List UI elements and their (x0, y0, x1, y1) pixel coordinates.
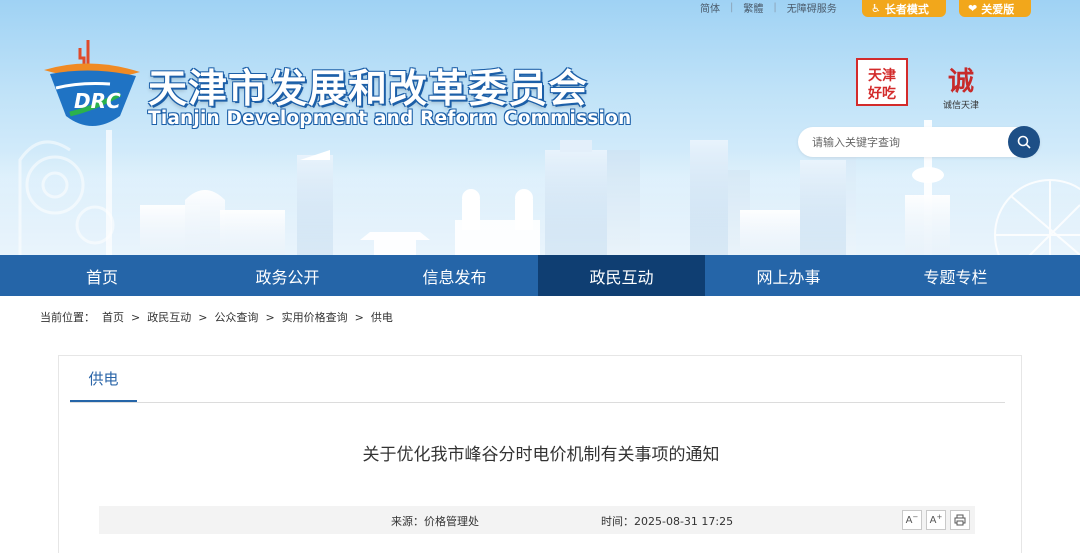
tianjin-food-emblem[interactable]: 天津 好吃 (856, 58, 908, 106)
svg-text:诚: 诚 (948, 67, 974, 97)
font-decrease-button[interactable]: A − (902, 510, 922, 530)
svg-text:天津: 天津 (868, 67, 896, 84)
breadcrumb-separator: > (265, 310, 275, 324)
print-button[interactable] (950, 510, 970, 530)
nav-information-release[interactable]: 信息发布 (371, 255, 538, 296)
breadcrumb-separator: > (198, 310, 208, 324)
font-increase-label: A (929, 514, 937, 526)
separator: | (730, 1, 734, 13)
link-simplified[interactable]: 简体 (700, 0, 720, 15)
article-time: 时间：2025-08-31 17:25 (601, 515, 734, 528)
breadcrumb-public-query[interactable]: 公众查询 (214, 309, 258, 325)
header-banner: 简体 | 繁體 | 无障碍服务 ♿ 长者模式 ❤ 关爱版 DRC 天津市发展和改… (0, 0, 1080, 255)
breadcrumb-public-interaction[interactable]: 政民互动 (147, 309, 191, 325)
search-input[interactable] (798, 128, 998, 156)
heart-hand-icon: ❤ (968, 2, 978, 15)
nav-government-affairs[interactable]: 政务公开 (204, 255, 371, 296)
tianjin-integrity-emblem[interactable]: 诚 诚信天津 (938, 58, 984, 112)
search-button[interactable] (1008, 126, 1040, 158)
separator: | (773, 1, 777, 13)
font-increase-button[interactable]: A + (926, 510, 946, 530)
print-icon (954, 514, 966, 526)
content-card: 供电 关于优化我市峰谷分时电价机制有关事项的通知 来源：价格管理处 时间：202… (58, 355, 1022, 553)
breadcrumb-separator: > (131, 310, 141, 324)
breadcrumb-power-supply[interactable]: 供电 (371, 309, 393, 325)
svg-text:好吃: 好吃 (867, 85, 896, 102)
search-icon (1017, 135, 1031, 149)
article-meta-bar: 来源：价格管理处 时间：2025-08-31 17:25 A − A + (99, 506, 975, 534)
top-link-bar: 简体 | 繁體 | 无障碍服务 (700, 0, 837, 15)
breadcrumb-separator: > (354, 310, 364, 324)
article-title: 关于优化我市峰谷分时电价机制有关事项的通知 (362, 445, 720, 465)
svg-text:诚信天津: 诚信天津 (943, 99, 979, 111)
drc-logo[interactable]: DRC (40, 38, 144, 134)
site-subtitle: Tianjin Development and Reform Commissio… (148, 108, 632, 129)
breadcrumb-label: 当前位置： (40, 311, 95, 324)
nav-public-interaction[interactable]: 政民互动 (538, 255, 705, 296)
search-box (798, 126, 1040, 158)
care-version-button[interactable]: ❤ 关爱版 (959, 0, 1031, 17)
breadcrumb-price-query[interactable]: 实用价格查询 (282, 309, 348, 325)
nav-online-services[interactable]: 网上办事 (705, 255, 872, 296)
link-traditional[interactable]: 繁體 (743, 0, 763, 15)
plus-icon: + (936, 513, 943, 521)
breadcrumb-home[interactable]: 首页 (102, 309, 124, 325)
font-decrease-label: A (905, 514, 913, 526)
site-title: 天津市发展和改革委员会 (148, 67, 589, 112)
care-version-label: 关爱版 (981, 2, 1015, 16)
link-accessibility[interactable]: 无障碍服务 (787, 0, 837, 15)
elder-mode-label: 长者模式 (884, 2, 929, 16)
minus-icon: − (912, 513, 919, 521)
nav-special-topics[interactable]: 专题专栏 (872, 255, 1039, 296)
divider (70, 402, 1005, 403)
tab-power-supply[interactable]: 供电 (70, 356, 137, 403)
svg-text:DRC: DRC (74, 89, 121, 113)
main-nav: 首页 政务公开 信息发布 政民互动 网上办事 专题专栏 (0, 255, 1080, 296)
nav-home[interactable]: 首页 (0, 255, 204, 296)
elder-mode-button[interactable]: ♿ 长者模式 (862, 0, 946, 17)
article-tools: A − A + (902, 510, 970, 530)
accessibility-icon: ♿ (871, 2, 881, 15)
breadcrumb: 当前位置： 首页 > 政民互动 > 公众查询 > 实用价格查询 > 供电 (40, 309, 393, 325)
article-source: 来源：价格管理处 (391, 515, 479, 528)
